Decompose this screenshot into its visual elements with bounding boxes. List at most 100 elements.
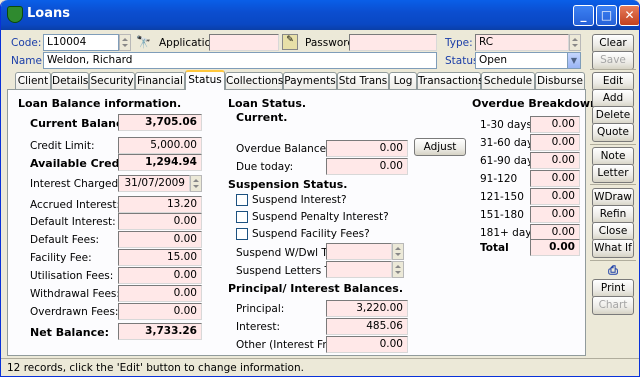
suspend-interest-label: Suspend Interest? <box>252 194 347 206</box>
overdue-row-label: 151-180 <box>480 209 524 221</box>
net-balance-value: 3,733.26 <box>118 323 202 340</box>
overdue-row-label: 1-30 days: <box>480 119 536 131</box>
overdue-row-value: 0.00 <box>530 116 580 133</box>
accrued-interest-value: 13.20 <box>118 196 202 213</box>
suspend-letters-label: Suspend Letters To: <box>236 265 340 277</box>
overdue-row-value: 0.00 <box>530 134 580 151</box>
toolbar-divider <box>590 144 636 145</box>
suspend-letters-spinner[interactable] <box>392 261 404 278</box>
default-fees-value: 0.00 <box>118 231 202 248</box>
overdue-row-value: 0.00 <box>530 170 580 187</box>
suspend-penalty-label: Suspend Penalty Interest? <box>252 211 389 223</box>
type-spinner[interactable] <box>569 34 581 51</box>
suspend-interest-checkbox[interactable] <box>236 194 248 206</box>
close-window-button[interactable]: ✕ <box>619 5 639 26</box>
window-title: Loans <box>27 6 70 21</box>
interest-label: Interest: <box>236 321 280 333</box>
suspend-letters-field[interactable] <box>326 261 392 278</box>
facility-fee-value: 15.00 <box>118 249 202 266</box>
overdue-row-label: 91-120 <box>480 173 518 185</box>
principal-value: 3,220.00 <box>326 300 408 317</box>
quote-button[interactable]: Quote <box>592 123 634 142</box>
code-label: Code: <box>11 37 42 49</box>
facility-fee-label: Facility Fee: <box>30 252 92 264</box>
credit-limit-label: Credit Limit: <box>30 140 95 152</box>
tab-details[interactable]: Details <box>51 72 89 89</box>
overdue-breakdown-heading: Overdue Breakdown. <box>472 97 603 110</box>
default-interest-label: Default Interest: <box>30 216 116 228</box>
principal-heading: Principal/ Interest Balances. <box>228 282 403 295</box>
toolbar-divider <box>590 184 636 185</box>
suspend-wdwl-label: Suspend W/Dwl To: <box>236 247 337 259</box>
tab-collections[interactable]: Collections <box>225 72 283 89</box>
loan-status-heading: Loan Status. <box>228 97 307 110</box>
overdue-row-value: 0.00 <box>530 188 580 205</box>
print-icon[interactable]: ⎙ <box>601 263 625 277</box>
overdue-total-label: Total <box>480 242 509 254</box>
binoculars-icon[interactable]: 🔭 <box>136 35 151 49</box>
name-field[interactable]: Weldon, Richard <box>43 52 437 69</box>
what-if-button[interactable]: What If <box>592 239 634 258</box>
overdue-row-label: 121-150 <box>480 191 524 203</box>
overdrawn-fees-label: Overdrawn Fees: <box>30 306 119 318</box>
save-button[interactable]: Save <box>592 51 634 70</box>
type-label: Type: <box>445 37 473 49</box>
tab-payments[interactable]: Payments <box>283 72 337 89</box>
loans-window: Loans _ □ ✕ Code: L10004 🔭 Application: … <box>0 0 640 377</box>
chevron-down-icon[interactable]: ▼ <box>567 52 581 69</box>
other-interest-free-value: 0.00 <box>326 336 408 353</box>
interest-charged-value: 31/07/2009 <box>118 175 190 192</box>
withdrawal-fees-value: 0.00 <box>118 285 202 302</box>
overdue-balance-label: Overdue Balance: <box>236 143 330 155</box>
type-field[interactable]: RC <box>475 34 569 51</box>
loan-status-state: Current. <box>236 111 288 124</box>
default-interest-value: 0.00 <box>118 213 202 230</box>
suspend-wdwl-spinner[interactable] <box>392 243 404 260</box>
default-fees-label: Default Fees: <box>30 234 100 246</box>
tab-log[interactable]: Log <box>389 72 417 89</box>
overdue-balance-value: 0.00 <box>326 140 408 157</box>
overdue-row-value: 0.00 <box>530 206 580 223</box>
accrued-interest-label: Accrued Interest: <box>30 199 120 211</box>
adjust-button[interactable]: Adjust <box>414 138 466 156</box>
code-spinner[interactable] <box>119 34 131 51</box>
folder-edit-icon[interactable]: ✎ <box>282 34 298 50</box>
interest-value: 485.06 <box>326 318 408 335</box>
minimize-button[interactable]: _ <box>573 5 594 26</box>
tab-schedule[interactable]: Schedule <box>481 72 535 89</box>
toolbar-divider <box>590 260 636 261</box>
tab-status[interactable]: Status <box>185 70 225 90</box>
name-label: Name: <box>11 55 46 67</box>
tab-client[interactable]: Client <box>15 72 51 89</box>
net-balance-label: Net Balance: <box>30 326 109 339</box>
suspend-wdwl-field[interactable] <box>326 243 392 260</box>
chart-button[interactable]: Chart <box>592 296 634 315</box>
interest-date-spinner[interactable] <box>190 175 202 192</box>
balance-heading: Loan Balance information. <box>18 97 182 110</box>
tab-financial[interactable]: Financial <box>135 72 185 89</box>
overdue-row-value: 0.00 <box>530 152 580 169</box>
application-field[interactable] <box>209 34 279 51</box>
overdrawn-fees-value: 0.00 <box>118 303 202 320</box>
maximize-button[interactable]: □ <box>596 5 617 26</box>
current-balance-value: 3,705.06 <box>118 114 202 131</box>
toolbar-divider <box>590 69 636 70</box>
tab-disburse[interactable]: Disburse <box>535 72 585 89</box>
app-icon <box>7 6 23 23</box>
title-bar: Loans _ □ ✕ <box>1 0 639 30</box>
password-field[interactable] <box>349 34 437 51</box>
letter-button[interactable]: Letter <box>592 164 634 183</box>
tab-security[interactable]: Security <box>89 72 135 89</box>
tab-transactions[interactable]: Transactions <box>417 72 484 89</box>
principal-label: Principal: <box>236 303 285 315</box>
suspend-penalty-checkbox[interactable] <box>236 211 248 223</box>
code-field[interactable]: L10004 <box>43 34 119 51</box>
status-bar: 12 records, click the 'Edit' button to c… <box>1 358 639 376</box>
suspend-facility-label: Suspend Facility Fees? <box>252 228 370 240</box>
status-select[interactable]: Open <box>475 52 569 69</box>
suspend-facility-checkbox[interactable] <box>236 228 248 240</box>
utilisation-fees-label: Utilisation Fees: <box>30 270 114 282</box>
withdrawal-fees-label: Withdrawal Fees: <box>30 288 120 300</box>
tab-std-trans[interactable]: Std Trans <box>337 72 389 89</box>
due-today-value: 0.00 <box>326 158 408 175</box>
